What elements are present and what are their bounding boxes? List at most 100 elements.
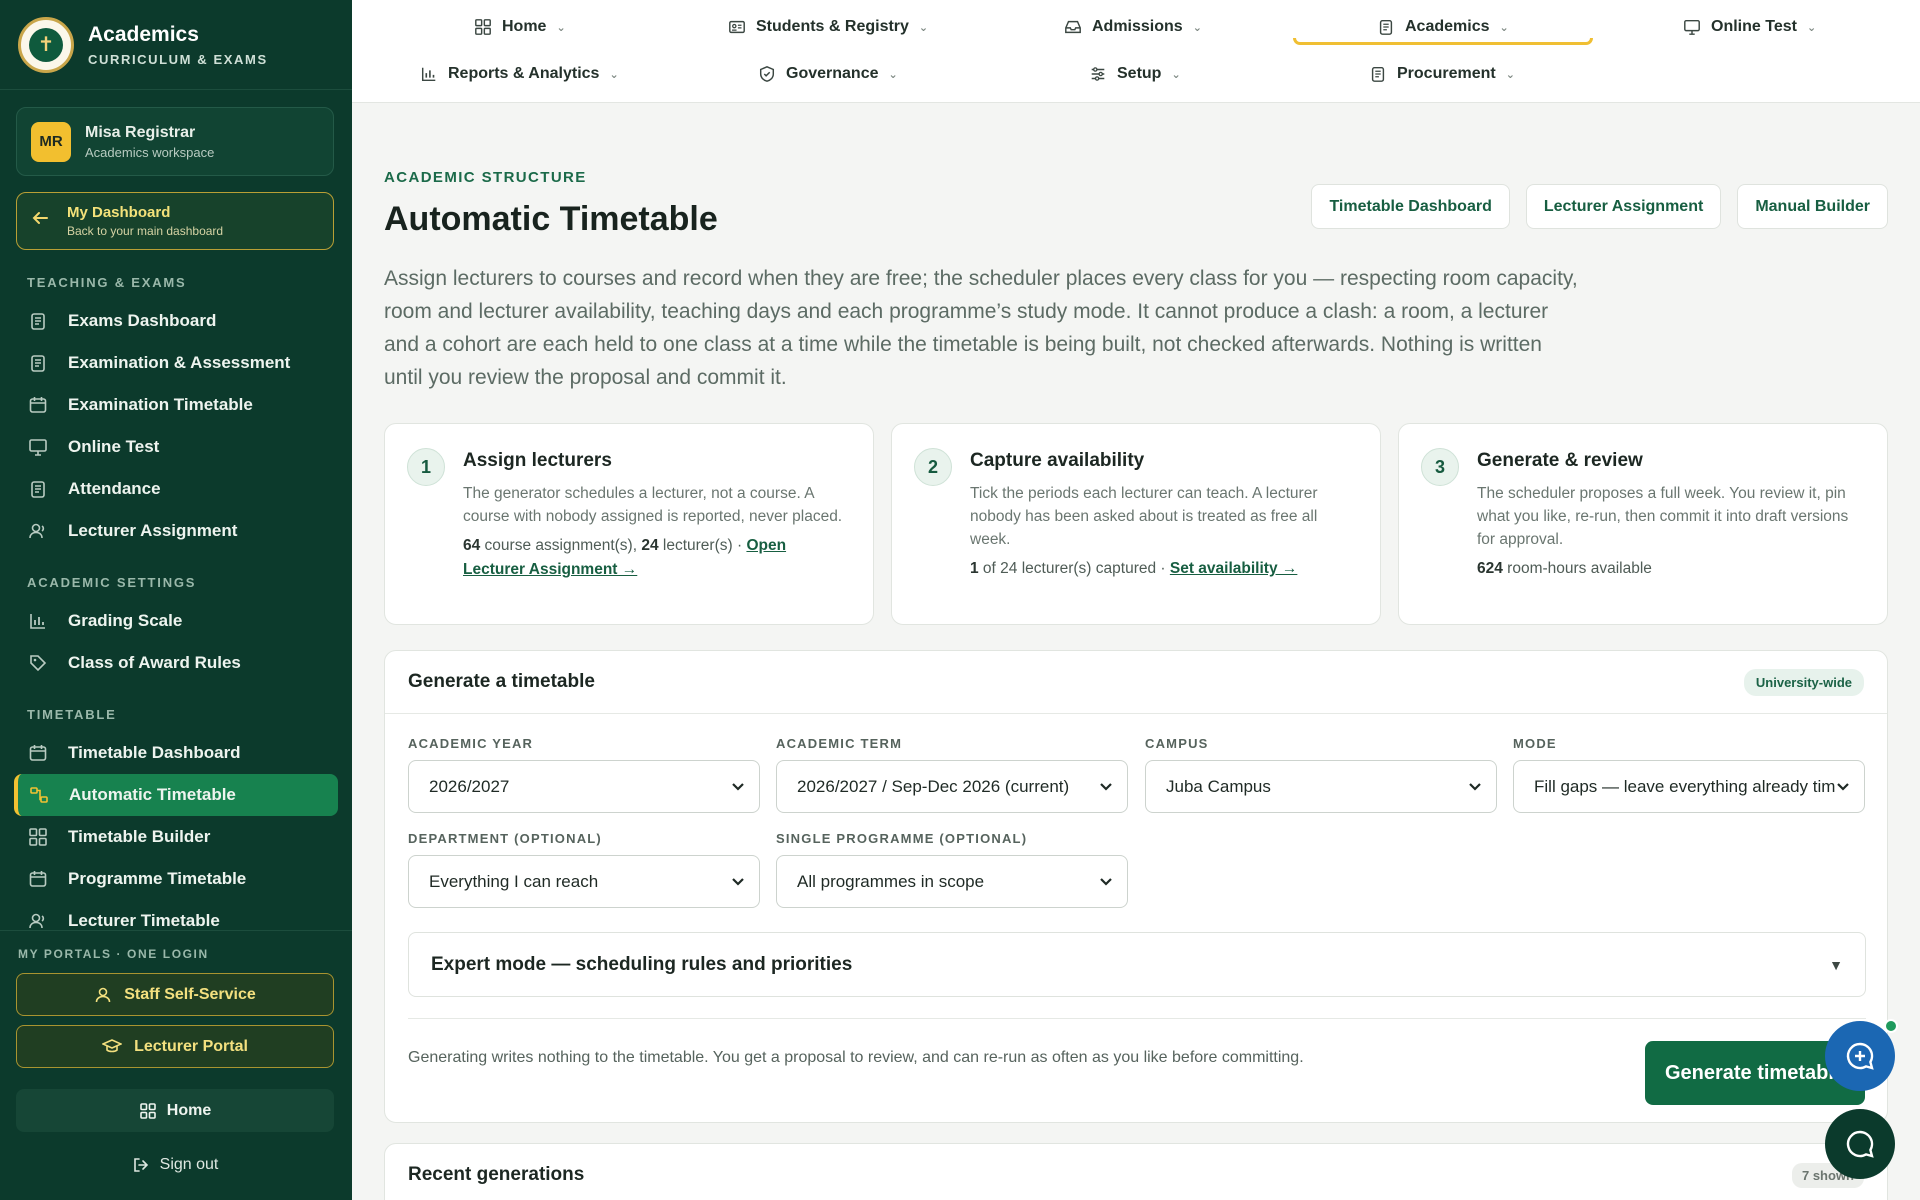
generate-panel: Generate a timetable University-wide ACA… (384, 650, 1888, 1123)
user-name: Misa Registrar (85, 123, 196, 141)
staff-self-service-button[interactable]: Staff Self-Service (16, 973, 334, 1016)
grid-icon (139, 1102, 156, 1119)
top-navigation: Home ⌄ Students & Registry ⌄ Admissions ⌄ Acad… (352, 0, 1920, 103)
sign-out-icon (133, 1157, 148, 1172)
sliders-icon (1091, 67, 1105, 81)
expert-mode-toggle[interactable]: Expert mode — scheduling rules and prior… (408, 932, 1866, 997)
sidebar-item-online-test[interactable]: Online Test (14, 426, 338, 468)
tab-governance[interactable]: Governance ⌄ (758, 59, 898, 89)
brand: ✝ Academics CURRICULUM & EXAMS (0, 0, 352, 90)
chevron-down-icon (1837, 782, 1849, 791)
sidebar-item-label: Lecturer Assignment (68, 521, 238, 540)
inbox-icon (1065, 20, 1081, 34)
brand-title: Academics (88, 22, 199, 46)
academic-term-select[interactable]: 2026/2027 / Sep-Dec 2026 (current) (776, 760, 1128, 813)
expert-mode-label: Expert mode — scheduling rules and prior… (431, 953, 853, 975)
field-label: ACADEMIC TERM (776, 736, 903, 751)
step-stats: 1 of 24 lecturer(s) captured · Set avail… (970, 557, 1356, 581)
sidebar-item-label: Programme Timetable (68, 869, 247, 888)
tab-academics[interactable]: Academics ⌄ (1377, 12, 1509, 42)
chevron-down-icon: ⌄ (556, 21, 566, 34)
grid-icon (475, 19, 491, 35)
tab-reports-analytics[interactable]: Reports & Analytics ⌄ (420, 59, 619, 89)
user-icon (29, 913, 45, 929)
campus-select[interactable]: Juba Campus (1145, 760, 1497, 813)
sidebar-item-timetable-builder[interactable]: Timetable Builder (14, 816, 338, 858)
lecturer-portal-button[interactable]: Lecturer Portal (16, 1025, 334, 1068)
sidebar-item-class-of-award-rules[interactable]: Class of Award Rules (14, 642, 338, 684)
tab-home[interactable]: Home ⌄ (474, 12, 566, 42)
field-label: DEPARTMENT (OPTIONAL) (408, 831, 602, 846)
sidebar-item-examination-assessment[interactable]: Examination & Assessment (14, 342, 338, 384)
tab-setup[interactable]: Setup ⌄ (1089, 59, 1181, 89)
select-value: Everything I can reach (429, 871, 599, 891)
sidebar-item-label: Timetable Builder (68, 827, 211, 846)
chevron-down-icon (732, 877, 744, 886)
user-card[interactable]: MR Misa Registrar Academics workspace (16, 107, 334, 176)
sidebar-item-exams-dashboard[interactable]: Exams Dashboard (14, 300, 338, 342)
room-hours-count: 624 (1477, 560, 1503, 577)
sidebar-item-attendance[interactable]: Attendance (14, 468, 338, 510)
tab-label: Reports & Analytics (448, 65, 600, 82)
chat-button[interactable] (1825, 1109, 1895, 1179)
step-card-assign-lecturers: 1 Assign lecturers The generator schedul… (384, 423, 874, 625)
tab-online-test[interactable]: Online Test ⌄ (1683, 12, 1816, 42)
captured-text: of 24 lecturer(s) captured · (978, 560, 1170, 577)
sidebar-item-programme-timetable[interactable]: Programme Timetable (14, 858, 338, 900)
academic-year-select[interactable]: 2026/2027 (408, 760, 760, 813)
sign-out-button[interactable]: Sign out (16, 1143, 334, 1186)
set-availability-link[interactable]: Set availability → (1170, 560, 1298, 577)
assistant-button[interactable] (1825, 1021, 1895, 1091)
step-title: Generate & review (1477, 450, 1643, 471)
user-icon (29, 523, 45, 539)
tab-students-registry[interactable]: Students & Registry ⌄ (728, 12, 928, 42)
tab-procurement[interactable]: Procurement ⌄ (1369, 59, 1515, 89)
step-title: Capture availability (970, 450, 1145, 471)
sidebar-item-label: Grading Scale (68, 611, 183, 630)
sidebar-item-lecturer-assignment[interactable]: Lecturer Assignment (14, 510, 338, 552)
sidebar-item-timetable-dashboard[interactable]: Timetable Dashboard (14, 732, 338, 774)
sidebar-item-grading-scale[interactable]: Grading Scale (14, 600, 338, 642)
assignment-count: 64 (463, 537, 481, 554)
sidebar-item-label: Class of Award Rules (68, 653, 241, 672)
timetable-dashboard-button[interactable]: Timetable Dashboard (1311, 184, 1510, 229)
scope-badge: University-wide (1743, 668, 1864, 696)
sidebar-nav[interactable]: TEACHING & EXAMS Exams Dashboard Examinati… (0, 262, 352, 930)
manual-builder-button[interactable]: Manual Builder (1737, 184, 1888, 229)
steps: 1 Assign lecturers The generator schedul… (384, 423, 1888, 625)
monitor-icon (29, 439, 47, 456)
divider (408, 1018, 1866, 1019)
header-actions: Timetable Dashboard Lecturer Assignment … (1295, 184, 1888, 229)
section-label: TEACHING & EXAMS (27, 275, 187, 290)
clipboard-icon (1371, 66, 1385, 82)
home-button[interactable]: Home (16, 1089, 334, 1132)
step-stats: 624 room-hours available (1477, 557, 1863, 581)
recent-generations-title: Recent generations (408, 1164, 585, 1185)
chevron-down-icon: ⌄ (888, 68, 898, 81)
tab-admissions[interactable]: Admissions ⌄ (1064, 12, 1202, 42)
lecturer-assignment-button[interactable]: Lecturer Assignment (1525, 184, 1722, 229)
portals-panel: MY PORTALS · ONE LOGIN Staff Self-Servic… (0, 930, 352, 1200)
chevron-down-icon (1100, 877, 1112, 886)
arrow-left-icon (31, 209, 57, 233)
grid-icon (29, 828, 47, 846)
mode-select[interactable]: Fill gaps — leave everything already tim… (1513, 760, 1865, 813)
programme-select[interactable]: All programmes in scope (776, 855, 1128, 908)
sidebar-item-label: Examination & Assessment (68, 353, 291, 372)
tab-label: Academics (1405, 18, 1490, 35)
calendar-icon (29, 397, 47, 413)
captured-count: 1 (970, 560, 979, 577)
home-label: Home (166, 1101, 212, 1119)
university-logo: ✝ (18, 16, 74, 73)
step-card-capture-availability: 2 Capture availability Tick the periods … (891, 423, 1381, 625)
monitor-icon (1684, 19, 1700, 35)
chevron-down-icon: ⌄ (609, 68, 619, 81)
my-dashboard-button[interactable]: My Dashboard Back to your main dashboard (16, 192, 334, 250)
brand-subtitle: CURRICULUM & EXAMS (88, 51, 268, 67)
clipboard-icon (31, 313, 45, 330)
department-select[interactable]: Everything I can reach (408, 855, 760, 908)
sidebar-item-examination-timetable[interactable]: Examination Timetable (14, 384, 338, 426)
sidebar-item-lecturer-timetable[interactable]: Lecturer Timetable (14, 900, 338, 930)
tab-label: Online Test (1711, 18, 1797, 35)
sidebar-item-automatic-timetable[interactable]: Automatic Timetable (14, 774, 338, 816)
